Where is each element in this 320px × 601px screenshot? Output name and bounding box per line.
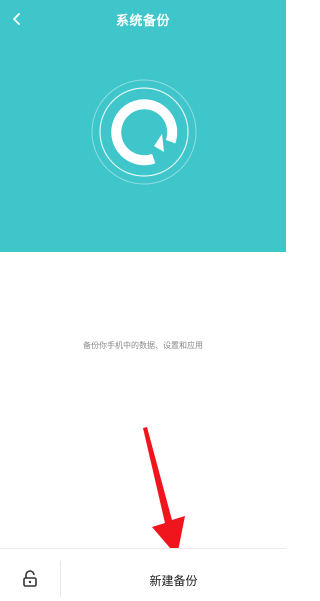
lock-button[interactable] <box>0 557 60 601</box>
page-title: 系统备份 <box>115 14 170 29</box>
new-backup-button[interactable]: 新建备份 <box>61 563 286 597</box>
bottom-bar: 新建备份 <box>0 548 286 601</box>
header: 系统备份 <box>0 0 286 252</box>
backup-description: 备份你手机中的数据、设置和应用 <box>83 341 203 350</box>
unlock-icon <box>23 570 37 587</box>
backup-logo-icon <box>91 79 197 185</box>
